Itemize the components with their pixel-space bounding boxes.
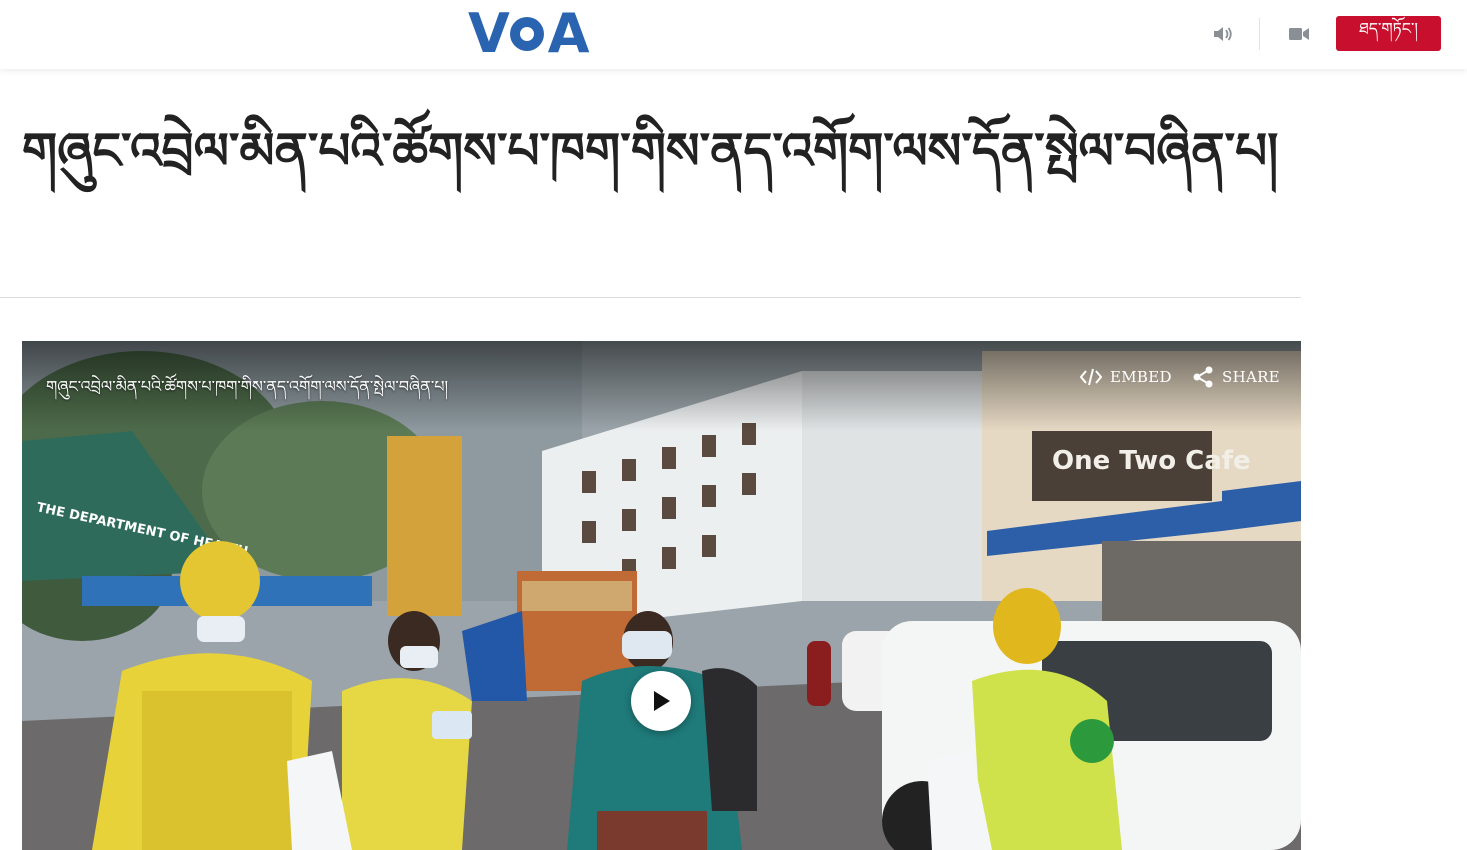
cafe-sign-text: One Two Cafe [1052,446,1251,476]
share-icon [1193,366,1213,388]
live-broadcast-button[interactable]: ཐད་གཏོང་། [1336,16,1441,51]
speaker-icon[interactable] [1210,22,1236,46]
header-divider [1259,18,1260,50]
video-camera-icon[interactable] [1286,22,1312,46]
video-player[interactable]: One Two Cafe THE DEPARTMENT OF HEALTH གཞ… [22,341,1301,850]
page-title: གཞུང་འབྲེལ་མིན་པའི་ཚོགས་པ་ཁག་གིས་ནད་འགོག… [22,121,1279,180]
code-icon [1080,368,1102,386]
play-button[interactable] [631,671,691,731]
site-header: V A ཐད་གཏོང་། [0,0,1467,69]
title-divider [0,297,1301,298]
embed-label: EMBED [1110,368,1172,386]
embed-button[interactable]: EMBED [1080,365,1172,389]
voa-logo[interactable]: V A [468,7,594,61]
video-title: གཞུང་འབྲེལ་མིན་པའི་ཚོགས་པ་ཁག་གིས་ནད་འགོག… [46,377,449,396]
share-label: SHARE [1222,368,1280,386]
play-icon [654,691,670,711]
share-button[interactable]: SHARE [1192,365,1280,389]
